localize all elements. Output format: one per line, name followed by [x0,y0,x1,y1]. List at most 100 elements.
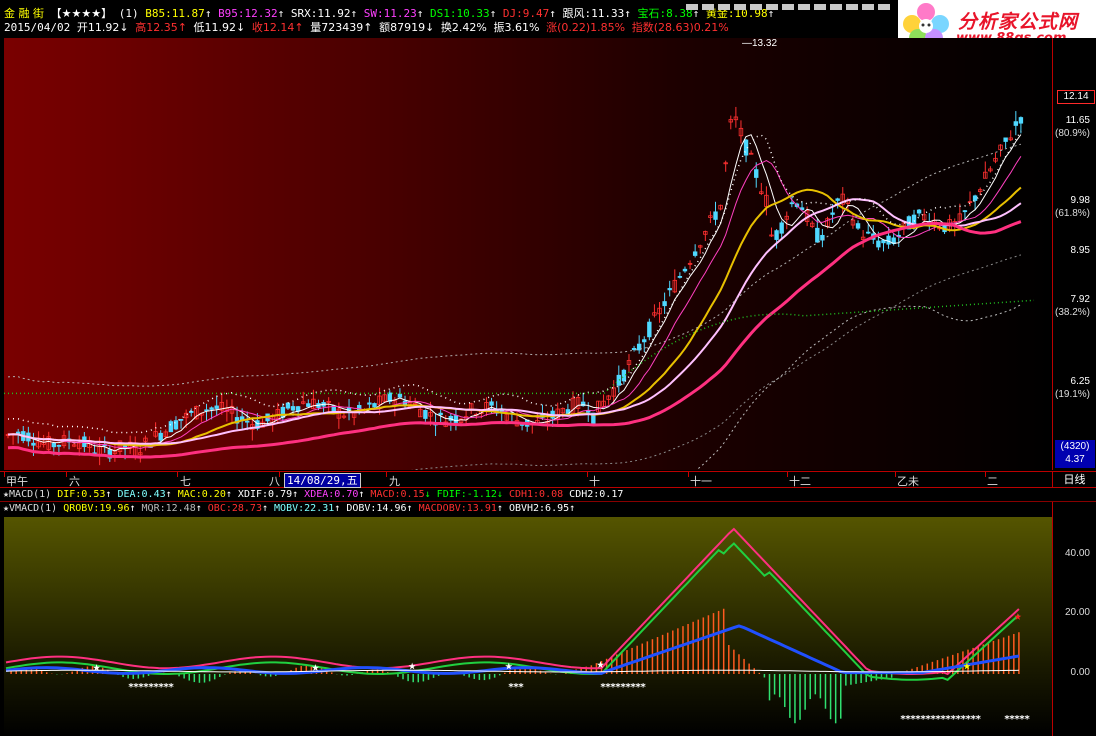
trend-arrow-icon: ↑ [416,7,424,20]
indicator-value: QROBV:19.96 [63,503,130,514]
macd-indicator-bar[interactable]: ★MACD(1) DIF:0.53↑ DEA:0.43↑ MAC:0.20↑ X… [0,488,1096,502]
star-marker-icon: ★ [597,657,605,672]
quote-amplitude: 振3.61% [493,21,540,34]
cursor-date: 14/08/29,五 [284,473,361,488]
trend-arrow-icon: ↓ [496,489,503,500]
date-label: 九 [389,475,400,488]
trend-arrow-icon: ↑ [406,503,413,514]
date-label: 二 [987,475,998,488]
quote-high: 高12.35↑ [135,21,187,34]
price-level: 9.98 [1070,195,1090,206]
current-price-tag: 12.14 [1057,90,1095,104]
trend-arrow-icon: ↑ [292,489,299,500]
toolbar-buttons-icon[interactable] [686,4,896,10]
trend-arrow-icon: ↑ [165,489,172,500]
indicator-value: DIF:0.53 [57,489,106,500]
star-marker-icon: ★ [408,658,416,673]
brand-name: 分析家公式网 [958,11,1079,33]
indicator-value: MAC:0.20 [177,489,226,500]
price-level: 6.25 [1070,376,1090,387]
star-marker-icon: ★ [963,658,971,673]
peak-price-label: —13.32 [742,38,777,49]
price-level: 8.95 [1070,245,1090,256]
trend-arrow-icon: ↑ [496,503,503,514]
indicator-value: SRX:11.92 [290,7,351,20]
macd-values: ★MACD(1) DIF:0.53↑ DEA:0.43↑ MAC:0.20↑ X… [3,489,623,501]
date-label: 十二 [789,475,811,488]
indicator-value: OBVH2:6.95 [508,503,570,514]
signal-stars: **************** [900,714,981,725]
axis-level: 0.00 [1070,667,1090,678]
vmacd-axis: 40.00 20.00 0.00 [1052,502,1096,736]
indicator-value: XDEA:0.70 [304,489,359,500]
indicator-value: DS1:10.33 [430,7,490,20]
trend-arrow-icon: ↑ [489,7,497,20]
date-label: 六 [69,475,80,488]
trend-arrow-icon: ↑ [225,489,232,500]
date-label: 七 [180,475,191,488]
trend-arrow-icon: ↓ [424,489,431,500]
position-box: (4320) 4.37 [1055,440,1095,468]
quote-volume: 量723439↑ [310,21,373,34]
trend-arrow-icon: ↑ [195,503,202,514]
date-label: 十一 [690,475,712,488]
vmacd-chart[interactable]: ★ ★ ★ ★ ★ ★ ★ ********* *** ********* ********… [4,517,1052,736]
rating-stars: 【★★★★】 [50,7,113,20]
quote-line: 2015/04/02 开11.92↓ 高12.35↑ 低11.92↓ 收12.1… [4,21,729,34]
quote-date: 2015/04/02 [4,21,71,34]
signal-stars: ***** [1004,714,1030,725]
indicator-value: FDIF:-1.12 [436,489,497,500]
vmacd-plot[interactable]: ★ ★ ★ ★ ★ ★ ★ [4,517,1052,736]
fib-level: (19.1%) [1054,389,1090,400]
indicator-value: 跟风:11.33 [562,7,625,20]
vmacd-list: QROBV:19.96↑ MQR:12.48↑ OBC:28.73↑ MOBV:… [63,503,575,514]
indicator-value: 宝石:8.38 [637,7,693,20]
trend-arrow-icon: ↑ [334,503,341,514]
position-count: (4320) [1060,441,1090,452]
indicator-value: B85:11.87 [145,7,205,20]
candlestick-chart[interactable]: —13.32 [4,38,1052,542]
indicator-value: SW:11.23 [363,7,417,20]
trend-arrow-icon: ↑ [277,7,285,20]
price-level: 11.65 [1065,115,1090,126]
trend-arrow-icon: ↑ [105,489,112,500]
indicator-value: MACDOBV:13.91 [418,503,497,514]
signal-stars: *** [508,682,524,693]
star-marker-icon: ★ [311,660,319,675]
star-marker-icon: ★ [505,658,513,673]
period-selector[interactable]: 日线 [1052,471,1096,488]
stock-name: 金 融 街 [4,7,44,20]
indicator-value: XDIF:0.79 [237,489,293,500]
quote-close: 收12.14↑ [251,21,304,34]
date-label: 乙未 [897,475,919,488]
macd-name: MACD(1) [9,489,52,500]
axis-level: 20.00 [1064,607,1090,618]
candlestick-plot[interactable]: —13.32 [4,38,1052,542]
trend-arrow-icon: ↑ [204,7,212,20]
vmacd-name: VMACD(1) [9,503,58,514]
fib-level: (38.2%) [1054,307,1090,318]
indicator-value: DOBV:14.96 [346,503,407,514]
vmacd-indicator-bar[interactable]: ★VMACD(1) QROBV:19.96↑ MQR:12.48↑ OBC:28… [0,502,1096,517]
trend-arrow-icon: ↑ [358,489,365,500]
indicator-value: CDH1:0.08 [508,489,564,500]
indicator-value: B95:12.32 [218,7,278,20]
indicator-value: CDH2:0.17 [569,489,624,500]
star-marker-icon: ★ [93,660,101,675]
toolbar-strip[interactable] [686,0,896,10]
quote-change: 涨(0.22)1.85% [546,21,626,34]
indicator-line: 金 融 街 【★★★★】 (1) B85:11.87↑ B95:12.32↑ S… [4,7,774,20]
trend-arrow-icon: ↑ [261,503,268,514]
quote-amount: 额87919↓ [379,21,435,34]
quote-turnover: 换2.42% [440,21,487,34]
price-axis: 12.14 11.65 (80.9%) 9.98 (61.8%) 8.95 7.… [1052,38,1096,470]
quote-index: 指数(28.63)0.21% [631,21,729,34]
quote-low: 低11.92↓ [193,21,246,34]
fib-level: (61.8%) [1054,208,1090,219]
axis-level: 40.00 [1064,548,1090,559]
fib-level: (80.9%) [1054,128,1090,139]
position-value: 4.37 [1065,454,1085,465]
signal-stars: ********* [128,682,174,693]
star-marker-icon: ★ [1014,609,1022,624]
date-label: 十 [589,475,600,488]
